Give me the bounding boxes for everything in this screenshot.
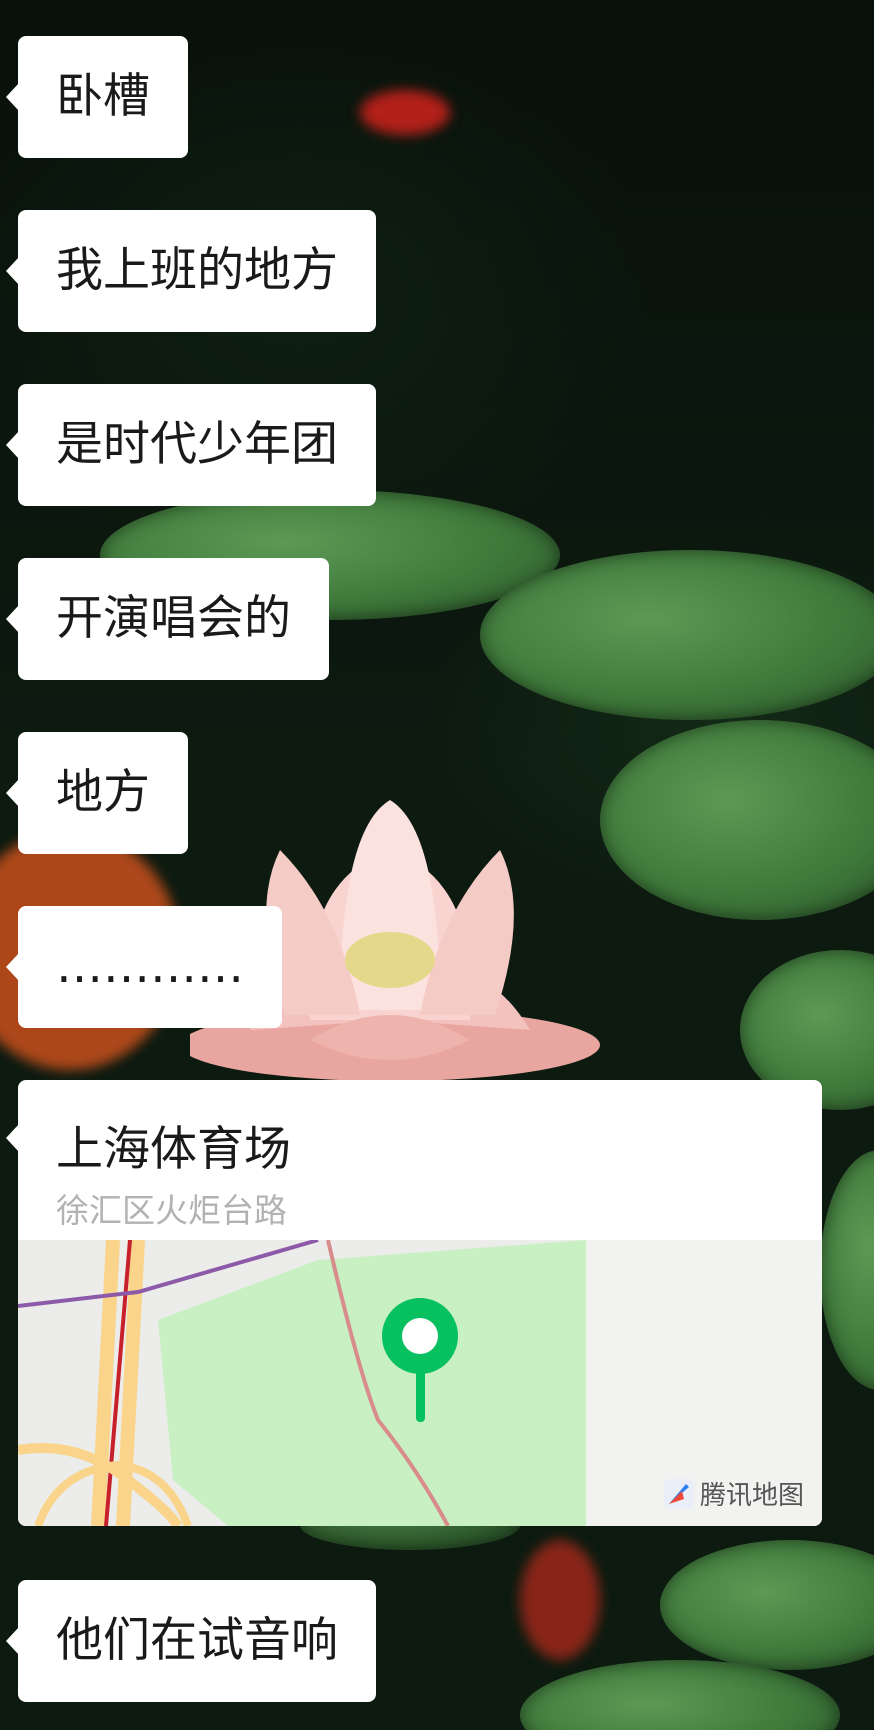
location-title: 上海体育场: [56, 1122, 291, 1177]
tencent-map-logo-icon: [663, 1478, 694, 1509]
message-bubble[interactable]: 地方: [6, 732, 188, 854]
location-address: 徐汇区火炬台路: [56, 1191, 287, 1230]
koi-fish-shape: [360, 90, 450, 135]
lily-pad: [480, 550, 874, 720]
map-brand-label: 腾讯地图: [699, 1481, 804, 1511]
lily-pad: [820, 1150, 874, 1390]
message-bubble[interactable]: 卧槽: [6, 36, 188, 158]
lily-pad: [520, 1660, 840, 1730]
lily-pad: [600, 720, 874, 920]
lily-pad: [660, 1540, 874, 1670]
message-bubble[interactable]: 他们在试音响: [6, 1580, 376, 1702]
message-bubble[interactable]: 我上班的地方: [6, 210, 376, 332]
message-bubble[interactable]: 是时代少年团: [6, 384, 376, 506]
map-brand: 腾讯地图: [663, 1475, 804, 1512]
message-bubble[interactable]: 开演唱会的: [6, 558, 329, 680]
location-message-card[interactable]: 上海体育场 徐汇区火炬台路 腾讯地图: [18, 1080, 822, 1526]
koi-fish-shape: [520, 1540, 600, 1660]
message-bubble[interactable]: …………: [6, 906, 282, 1028]
